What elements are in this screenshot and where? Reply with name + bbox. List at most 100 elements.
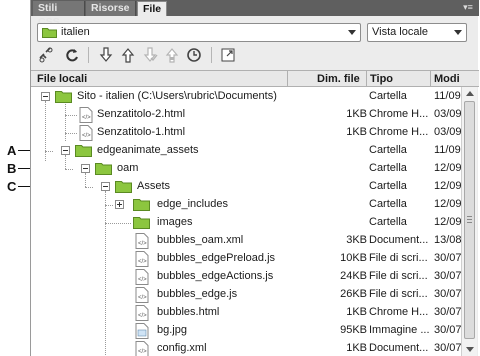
tab-css-styles[interactable]: Stili CSS [33,1,85,28]
folder-icon [115,181,132,193]
file-modified: 13/08 [434,234,461,246]
file-name: bg.jpg [157,324,187,336]
file-modified: 12/09 [434,162,461,174]
file-modified: 03/09 [434,108,461,120]
list-item[interactable]: </> bubbles_edge.js 26KB File di scri...… [31,286,461,304]
file-size: 26KB [340,288,367,300]
svg-text:</>: </> [138,241,147,247]
site-select-value: italien [61,26,90,38]
file-name: oam [117,162,139,174]
file-modified: 11/09 [434,144,461,156]
file-name: bubbles.html [157,306,220,318]
image-file-icon [135,323,149,339]
column-divider [366,71,367,87]
grip-line [467,222,472,223]
column-divider [287,71,288,87]
file-icon: </> [135,269,149,285]
sync-icon[interactable] [185,46,203,64]
list-item[interactable]: </> bubbles_edgePreload.js 10KB File di … [31,250,461,268]
column-local-files[interactable]: File locali [37,72,87,87]
svg-text:</>: </> [138,349,147,355]
collapse-icon[interactable] [61,146,70,155]
column-modified[interactable]: Modi [434,72,460,87]
svg-text:</>: </> [138,295,147,301]
folder-icon [42,28,57,38]
file-modified: 30/07 [434,288,461,300]
file-size: 1KB [346,108,367,120]
svg-text:</>: </> [138,259,147,265]
tab-assets[interactable]: Risorse [86,1,136,16]
file-type: File di scri... [369,252,428,264]
file-modified: 12/09 [434,198,461,210]
tab-files[interactable]: File [137,1,167,16]
list-item[interactable]: </> bubbles_edgeActions.js 24KB File di … [31,268,461,286]
callout-a: A [7,143,17,158]
list-item[interactable]: </> config.xml 1KB Document... 30/07 [31,340,461,356]
checkin-icon[interactable] [163,46,181,64]
list-item[interactable]: edgeanimate_assets Cartella 11/09 [31,142,461,160]
put-icon[interactable] [119,46,137,64]
file-type: Immagine ... [369,324,430,336]
file-icon: </> [135,287,149,303]
list-item[interactable]: </> bubbles.html 1KB Chrome H... 30/07 [31,304,461,322]
file-type: Cartella [369,198,407,210]
collapse-icon[interactable] [41,92,50,101]
view-select-value: Vista locale [372,26,429,38]
tab-strip: Stili CSS Risorse File ▾≡ [31,0,479,28]
file-name: Sito - italien (C:\Users\rubric\Document… [77,90,277,102]
folder-icon [133,217,150,229]
column-type[interactable]: Tipo [370,72,393,87]
file-name: Senzatitolo-1.html [97,126,186,138]
file-list-header: File locali Dim. file Tipo Modi [31,70,479,87]
list-item[interactable]: Assets Cartella 12/09 [31,178,461,196]
connect-icon[interactable] [37,46,55,64]
expand-tree-icon[interactable] [115,200,124,209]
panel-menu-icon[interactable]: ▾≡ [461,2,475,13]
file-icon: </> [79,107,93,123]
svg-text:</>: </> [82,133,91,139]
file-size: 24KB [340,270,367,282]
list-item[interactable]: Sito - italien (C:\Users\rubric\Document… [31,88,461,106]
file-type: Document... [369,234,429,246]
file-name: edgeanimate_assets [97,144,199,156]
vertical-scrollbar[interactable] [461,87,477,356]
list-item[interactable]: </> Senzatitolo-1.html 1KB Chrome H... 0… [31,124,461,142]
chevron-down-icon [454,30,462,35]
column-file-size[interactable]: Dim. file [317,72,360,87]
file-name: edge_includes [157,198,228,210]
list-item[interactable]: edge_includes Cartella 12/09 [31,196,461,214]
list-item[interactable]: </> Senzatitolo-2.html 1KB Chrome H... 0… [31,106,461,124]
list-item[interactable]: </> bubbles_oam.xml 3KB Document... 13/0… [31,232,461,250]
list-item[interactable]: bg.jpg 95KB Immagine ... 30/07 [31,322,461,340]
expand-icon[interactable] [219,46,237,64]
scrollbar-thumb[interactable] [464,101,475,339]
file-modified: 30/07 [434,252,461,264]
collapse-icon[interactable] [81,164,90,173]
callout-c: C [7,179,17,194]
file-type: File di scri... [369,270,428,282]
folder-icon [95,163,112,175]
file-size: 1KB [346,342,367,354]
file-type: Cartella [369,180,407,192]
file-icon: </> [135,233,149,249]
scroll-down-icon[interactable] [466,347,474,352]
collapse-icon[interactable] [101,182,110,191]
list-item[interactable]: images Cartella 12/09 [31,214,461,232]
grip-line [467,219,472,220]
refresh-icon[interactable] [63,46,81,64]
file-type: Document... [369,342,429,354]
checkout-icon[interactable] [141,46,159,64]
svg-text:</>: </> [138,313,147,319]
get-icon[interactable] [97,46,115,64]
toolbar-separator [211,47,212,63]
file-modified: 12/09 [434,180,461,192]
site-select[interactable]: italien [37,23,361,42]
file-size: 95KB [340,324,367,336]
file-type: Chrome H... [369,306,429,318]
files-panel: Stili CSS Risorse File ▾≡ italien Vista … [30,0,479,356]
scroll-up-icon[interactable] [466,91,474,96]
chevron-down-icon [348,30,356,35]
view-select[interactable]: Vista locale [367,23,467,42]
list-item[interactable]: oam Cartella 12/09 [31,160,461,178]
file-icon: </> [135,341,149,356]
